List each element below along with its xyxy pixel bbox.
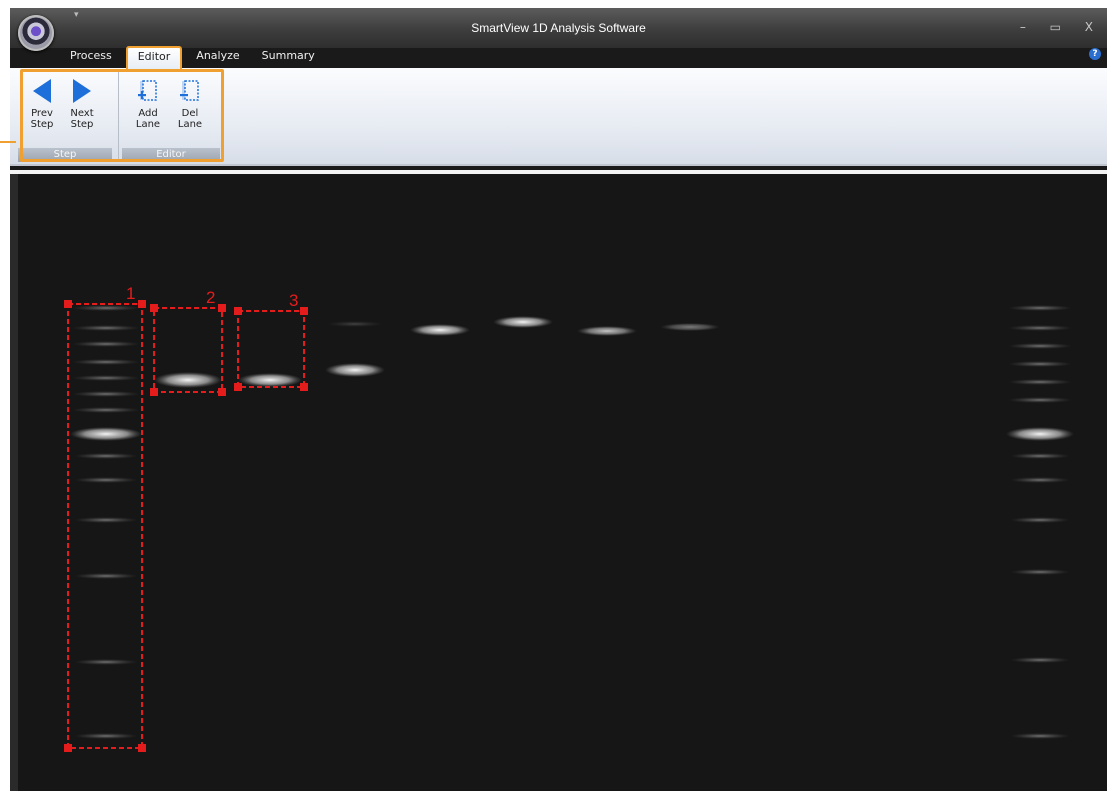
tab-analyze[interactable]: Analyze <box>188 46 247 68</box>
prev-step-label: Prev Step <box>30 108 54 130</box>
add-lane-button[interactable]: Add Lane <box>128 78 168 146</box>
prev-step-button[interactable]: Prev Step <box>22 78 62 146</box>
next-step-button[interactable]: Next Step <box>62 78 102 146</box>
tab-summary[interactable]: Summary <box>254 46 323 68</box>
lane-number-1: 1 <box>126 284 135 303</box>
gel-background <box>10 174 1107 791</box>
window-controls[interactable]: – ▭ X <box>1020 20 1103 34</box>
ribbon-group-step: Prev Step Next Step Step <box>18 68 112 162</box>
del-lane-label: Del Lane <box>177 108 203 130</box>
add-lane-label: Add Lane <box>135 108 161 130</box>
next-step-label: Next Step <box>70 108 94 130</box>
window-title: SmartView 1D Analysis Software <box>471 21 646 35</box>
lane-number-3: 3 <box>289 291 298 310</box>
tab-editor[interactable]: Editor <box>125 46 183 69</box>
application-menu-button[interactable] <box>18 15 54 51</box>
group-label-editor: Editor <box>122 148 220 162</box>
app-window: ▾ SmartView 1D Analysis Software – ▭ X ?… <box>10 8 1107 791</box>
ribbon-group-editor: Add Lane Del Lane Editor <box>122 68 220 162</box>
arrow-left-icon <box>33 79 51 103</box>
del-lane-icon <box>180 80 199 101</box>
help-icon[interactable]: ? <box>1089 48 1101 60</box>
add-lane-icon <box>138 80 157 101</box>
group-separator <box>118 72 119 160</box>
arrow-right-icon <box>73 79 91 103</box>
tab-process[interactable]: Process <box>62 46 120 68</box>
callout-line <box>0 141 16 143</box>
ribbon-tabs: Process Editor Analyze Summary <box>62 46 329 69</box>
ribbon: Prev Step Next Step Step Add Lane Del La… <box>10 68 1107 166</box>
quick-access-dropdown-icon[interactable]: ▾ <box>74 10 79 20</box>
lane-number-2: 2 <box>206 288 215 307</box>
del-lane-button[interactable]: Del Lane <box>170 78 210 146</box>
gel-image-view[interactable]: 1 2 3 <box>10 170 1107 791</box>
gel-image: 1 2 3 <box>10 174 1107 791</box>
group-label-step: Step <box>18 148 112 162</box>
title-bar: ▾ SmartView 1D Analysis Software – ▭ X <box>10 8 1107 48</box>
gel-left-edge <box>10 174 18 791</box>
